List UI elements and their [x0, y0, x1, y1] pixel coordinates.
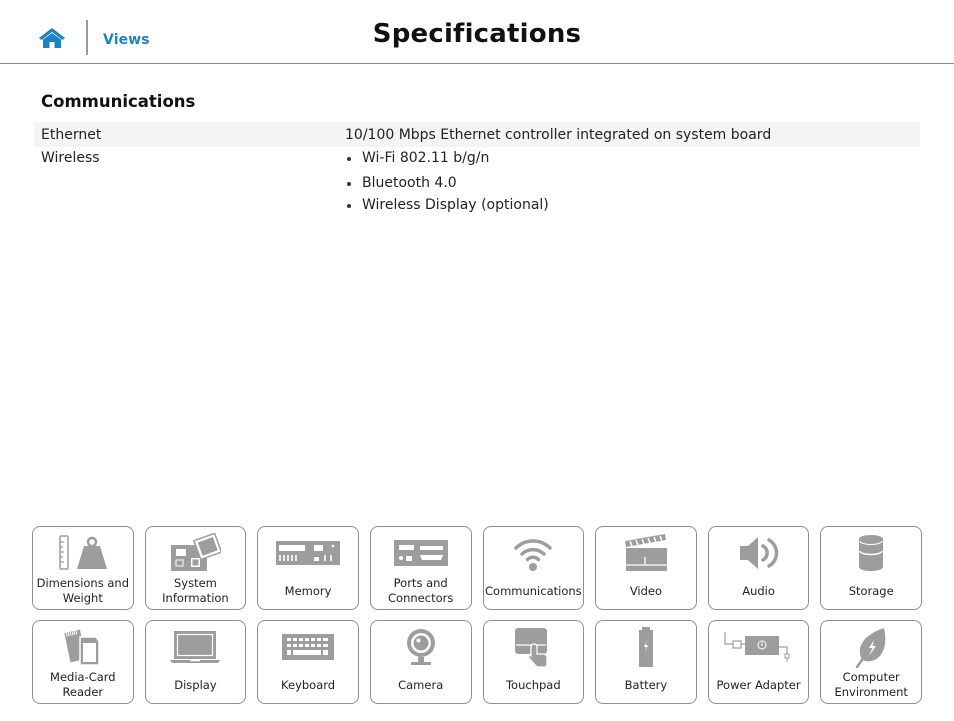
tile-label: Media-Card Reader: [50, 670, 116, 699]
weight-ruler-icon: [59, 535, 107, 570]
tile-label: Camera: [398, 677, 444, 692]
spec-value: 10/100 Mbps Ethernet controller integrat…: [345, 127, 772, 143]
section-title: Communications: [41, 92, 196, 111]
spec-table: Ethernet 10/100 Mbps Ethernet controller…: [34, 122, 920, 216]
tile-label: Video: [629, 583, 663, 598]
ports-icon: [393, 540, 448, 566]
system-board-icon: [171, 533, 222, 571]
memory-module-icon: [276, 541, 341, 565]
tile-power-adapter[interactable]: Power Adapter: [707, 620, 810, 704]
spec-row-wireless: Wireless Wi-Fi 802.11 b/g/n Bluetooth 4.…: [34, 147, 920, 216]
tile-label: Touchpad: [505, 677, 561, 692]
storage-cylinder-icon: [859, 535, 884, 571]
tile-row: Media-Card Reader Display Keyboard Camer…: [32, 620, 922, 704]
tile-label: Communications: [485, 583, 582, 598]
tile-storage[interactable]: Storage: [820, 526, 922, 610]
power-adapter-icon: [723, 632, 790, 662]
tile-label: Keyboard: [281, 677, 336, 692]
tile-computer-environment[interactable]: Computer Environment: [820, 620, 922, 704]
laptop-display-icon: [170, 631, 221, 663]
media-card-icon: [64, 629, 100, 666]
webcam-icon: [406, 629, 435, 665]
spec-value: Wi-Fi 802.11 b/g/n Bluetooth 4.0 Wireles…: [345, 150, 920, 216]
tile-touchpad[interactable]: Touchpad: [482, 620, 585, 704]
tile-communications[interactable]: Communications: [482, 526, 585, 610]
list-item: Wireless Display (optional): [345, 194, 920, 216]
tile-label: Ports and Connectors: [388, 576, 454, 605]
battery-icon: [638, 627, 653, 667]
tile-label: Dimensions and Weight: [36, 576, 130, 605]
tile-audio[interactable]: Audio: [707, 526, 810, 610]
tile-label: Memory: [284, 583, 332, 598]
wifi-icon: [514, 539, 553, 571]
tile-display[interactable]: Display: [144, 620, 247, 704]
tile-dimensions-and-weight[interactable]: Dimensions and Weight: [32, 526, 134, 610]
page-title: Specifications: [372, 19, 582, 49]
tile-camera[interactable]: Camera: [369, 620, 472, 704]
leaf-icon: [855, 628, 886, 668]
tile-keyboard[interactable]: Keyboard: [257, 620, 359, 704]
tile-row: Dimensions and Weight System Information: [32, 526, 922, 610]
tile-system-information[interactable]: System Information: [144, 526, 247, 610]
clapperboard-icon: [624, 534, 667, 571]
tile-media-card-reader[interactable]: Media-Card Reader: [32, 620, 134, 704]
tile-label: Battery: [624, 677, 668, 692]
spec-label: Ethernet: [41, 127, 102, 143]
tile-label: Display: [174, 677, 217, 692]
tile-ports-and-connectors[interactable]: Ports and Connectors: [369, 526, 472, 610]
tile-battery[interactable]: Battery: [595, 620, 697, 704]
tile-label: Power Adapter: [716, 677, 801, 692]
wireless-list: Wi-Fi 802.11 b/g/n Bluetooth 4.0 Wireles…: [345, 150, 920, 216]
tile-video[interactable]: Video: [595, 526, 697, 610]
tile-label: Audio: [742, 583, 775, 598]
tile-label: Storage: [848, 583, 894, 598]
keyboard-icon: [282, 634, 335, 660]
spec-row-ethernet: Ethernet 10/100 Mbps Ethernet controller…: [34, 122, 920, 147]
tile-label: Computer Environment: [834, 670, 908, 699]
speaker-icon: [739, 537, 778, 569]
spec-label: Wireless: [41, 150, 100, 166]
tile-memory[interactable]: Memory: [257, 526, 359, 610]
navigation-tiles: Dimensions and Weight System Information: [32, 526, 922, 714]
tile-label: System Information: [162, 576, 229, 605]
touchpad-icon: [515, 628, 548, 668]
list-item: Bluetooth 4.0: [345, 172, 920, 194]
header: Views Specifications: [0, 0, 954, 64]
list-item: Wi-Fi 802.11 b/g/n: [345, 150, 920, 172]
